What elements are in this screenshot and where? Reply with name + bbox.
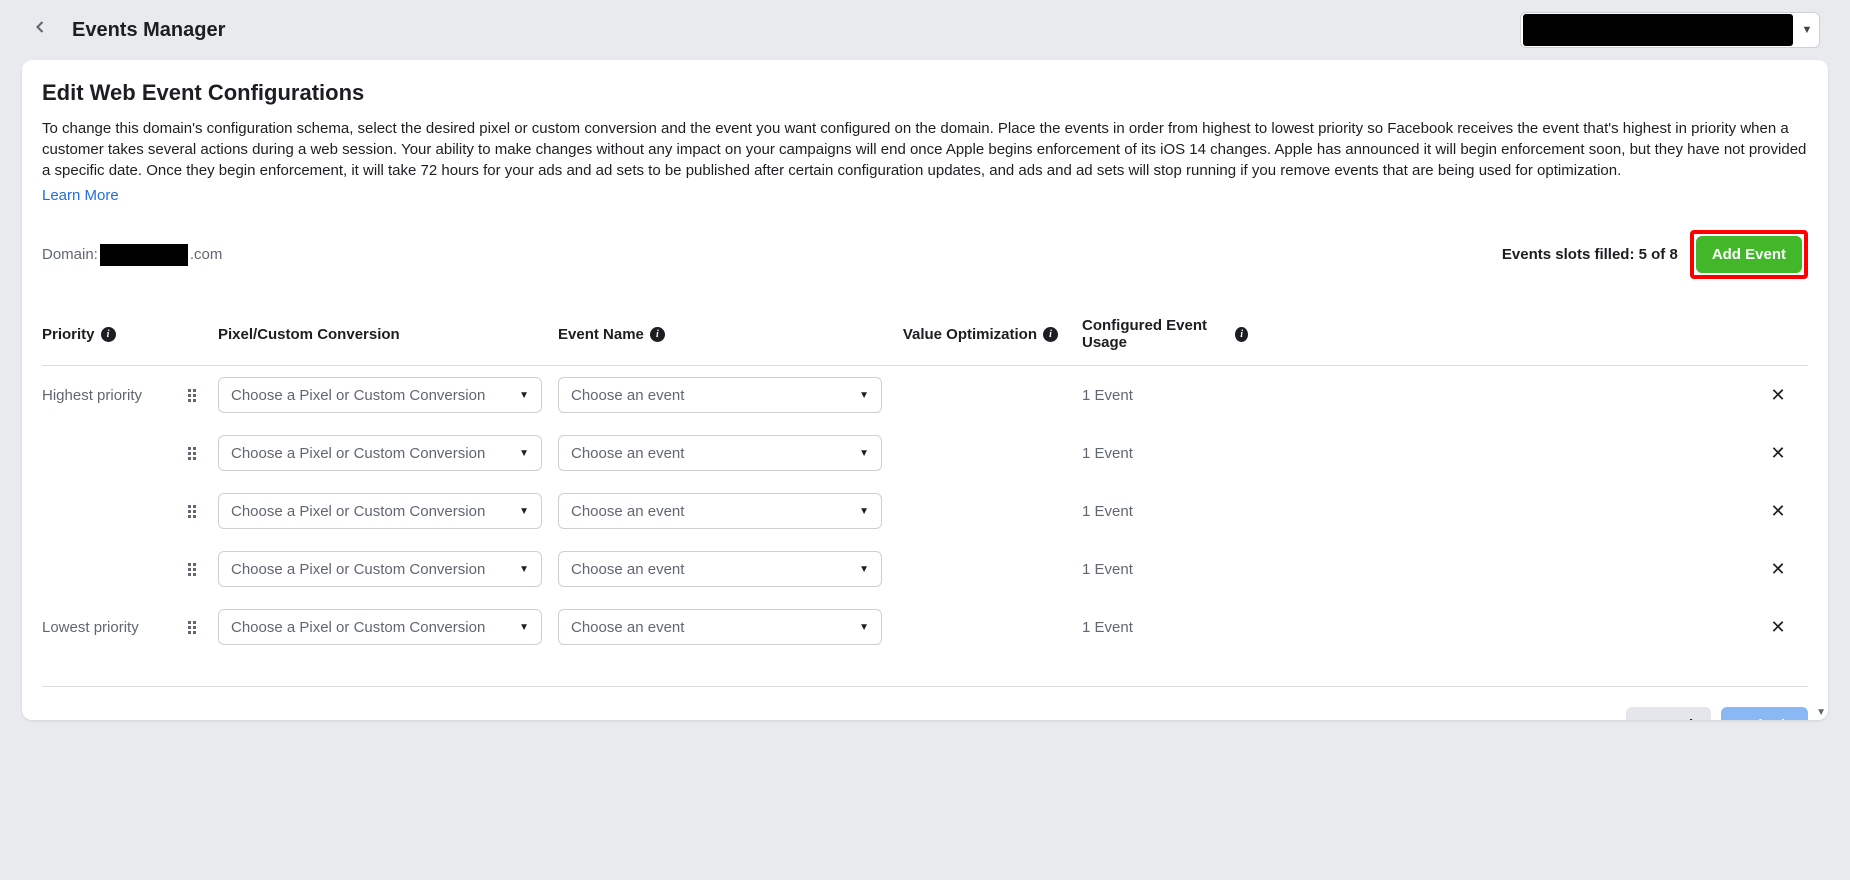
info-icon[interactable]: i: [1235, 327, 1248, 342]
event-dropdown-placeholder: Choose an event: [571, 503, 684, 520]
account-redacted: [1523, 14, 1793, 46]
panel-scroll[interactable]: Edit Web Event Configurations To change …: [22, 60, 1828, 720]
topbar: Events Manager ▼: [0, 0, 1850, 60]
event-dropdown-placeholder: Choose an event: [571, 561, 684, 578]
event-dropdown-placeholder: Choose an event: [571, 387, 684, 404]
pixel-dropdown-placeholder: Choose a Pixel or Custom Conversion: [231, 387, 485, 404]
table-row: Choose a Pixel or Custom Conversion▼Choo…: [42, 482, 1808, 540]
chevron-down-icon: ▼: [859, 564, 869, 575]
footer-buttons: Cancel Submit: [1626, 707, 1808, 720]
event-dropdown[interactable]: Choose an event ▼: [558, 551, 882, 587]
scroll-down-icon[interactable]: ▼: [1816, 707, 1826, 718]
add-event-highlight: Add Event: [1690, 230, 1808, 279]
event-dropdown[interactable]: Choose an event ▼: [558, 493, 882, 529]
domain-row: Domain: .com Events slots filled: 5 of 8…: [42, 230, 1808, 279]
domain-label: Domain:: [42, 246, 98, 263]
domain-suffix: .com: [190, 246, 223, 263]
close-icon: ✕: [1770, 443, 1785, 464]
domain-right: Events slots filled: 5 of 8 Add Event: [1502, 230, 1808, 279]
row-usage: 1 Event: [1058, 619, 1748, 636]
drag-handle-icon[interactable]: [182, 563, 218, 576]
row-priority-label: Highest priority: [42, 387, 182, 404]
domain-label-group: Domain: .com: [42, 244, 222, 266]
pixel-dropdown-placeholder: Choose a Pixel or Custom Conversion: [231, 503, 485, 520]
page-description: To change this domain's configuration sc…: [42, 118, 1808, 181]
chevron-down-icon: ▼: [859, 448, 869, 459]
back-icon[interactable]: [30, 16, 50, 44]
pixel-dropdown[interactable]: Choose a Pixel or Custom Conversion ▼: [218, 609, 542, 645]
close-icon: ✕: [1770, 501, 1785, 522]
chevron-down-icon: ▼: [519, 448, 529, 459]
chevron-down-icon: ▼: [519, 390, 529, 401]
event-dropdown[interactable]: Choose an event ▼: [558, 377, 882, 413]
drag-handle-icon[interactable]: [182, 447, 218, 460]
row-usage: 1 Event: [1058, 561, 1748, 578]
info-icon[interactable]: i: [1043, 327, 1058, 342]
chevron-down-icon: ▼: [519, 564, 529, 575]
col-pixel: Pixel/Custom Conversion: [218, 326, 558, 343]
remove-row-button[interactable]: ✕: [1748, 617, 1808, 638]
slots-filled-text: Events slots filled: 5 of 8: [1502, 246, 1678, 263]
pixel-dropdown[interactable]: Choose a Pixel or Custom Conversion ▼: [218, 551, 542, 587]
chevron-down-icon: ▼: [519, 506, 529, 517]
chevron-down-icon: ▼: [859, 390, 869, 401]
table-row: Choose a Pixel or Custom Conversion▼Choo…: [42, 424, 1808, 482]
pixel-dropdown-placeholder: Choose a Pixel or Custom Conversion: [231, 445, 485, 462]
pixel-dropdown-placeholder: Choose a Pixel or Custom Conversion: [231, 619, 485, 636]
topbar-title: Events Manager: [72, 19, 225, 42]
learn-more-link[interactable]: Learn More: [42, 187, 119, 204]
col-priority-label: Priority: [42, 326, 95, 343]
remove-row-button[interactable]: ✕: [1748, 501, 1808, 522]
close-icon: ✕: [1770, 559, 1785, 580]
pixel-dropdown[interactable]: Choose a Pixel or Custom Conversion ▼: [218, 493, 542, 529]
event-dropdown-placeholder: Choose an event: [571, 619, 684, 636]
submit-button[interactable]: Submit: [1721, 707, 1808, 720]
rows-container: Highest priority Choose a Pixel or Custom…: [42, 366, 1808, 656]
table-row: Highest priority Choose a Pixel or Custom…: [42, 366, 1808, 424]
chevron-down-icon[interactable]: ▼: [1795, 13, 1819, 47]
chevron-down-icon: ▼: [519, 622, 529, 633]
col-priority: Priority i: [42, 326, 182, 343]
remove-row-button[interactable]: ✕: [1748, 443, 1808, 464]
drag-handle-icon[interactable]: [182, 621, 218, 634]
account-selector[interactable]: ▼: [1520, 12, 1820, 48]
table-header: Priority i Pixel/Custom Conversion Event…: [42, 317, 1808, 366]
close-icon: ✕: [1770, 617, 1785, 638]
domain-redacted: [100, 244, 188, 266]
table-row: Lowest priority Choose a Pixel or Custom …: [42, 598, 1808, 656]
col-event: Event Name i: [558, 326, 898, 343]
event-dropdown[interactable]: Choose an event ▼: [558, 435, 882, 471]
topbar-left: Events Manager: [30, 16, 225, 44]
page-title: Edit Web Event Configurations: [42, 80, 1808, 106]
table-row: Choose a Pixel or Custom Conversion▼Choo…: [42, 540, 1808, 598]
remove-row-button[interactable]: ✕: [1748, 385, 1808, 406]
col-value-opt-label: Value Optimization: [903, 326, 1037, 343]
row-usage: 1 Event: [1058, 503, 1748, 520]
col-usage-label: Configured Event Usage: [1082, 317, 1229, 351]
pixel-dropdown[interactable]: Choose a Pixel or Custom Conversion ▼: [218, 435, 542, 471]
cancel-button[interactable]: Cancel: [1626, 707, 1711, 720]
main-panel: Edit Web Event Configurations To change …: [22, 60, 1828, 720]
close-icon: ✕: [1770, 385, 1785, 406]
drag-handle-icon[interactable]: [182, 505, 218, 518]
add-event-button[interactable]: Add Event: [1696, 236, 1802, 273]
remove-row-button[interactable]: ✕: [1748, 559, 1808, 580]
event-dropdown-placeholder: Choose an event: [571, 445, 684, 462]
col-value-opt: Value Optimization i: [898, 326, 1058, 343]
info-icon[interactable]: i: [650, 327, 665, 342]
footer-actions: Give Feedback Cancel Submit: [42, 687, 1808, 720]
row-priority-label: Lowest priority: [42, 619, 182, 636]
pixel-dropdown[interactable]: Choose a Pixel or Custom Conversion ▼: [218, 377, 542, 413]
drag-handle-icon[interactable]: [182, 389, 218, 402]
row-usage: 1 Event: [1058, 387, 1748, 404]
chevron-down-icon: ▼: [859, 622, 869, 633]
col-usage: Configured Event Usage i: [1058, 317, 1248, 351]
row-usage: 1 Event: [1058, 445, 1748, 462]
event-dropdown[interactable]: Choose an event ▼: [558, 609, 882, 645]
col-event-label: Event Name: [558, 326, 644, 343]
chevron-down-icon: ▼: [859, 506, 869, 517]
pixel-dropdown-placeholder: Choose a Pixel or Custom Conversion: [231, 561, 485, 578]
info-icon[interactable]: i: [101, 327, 116, 342]
col-pixel-label: Pixel/Custom Conversion: [218, 326, 400, 343]
